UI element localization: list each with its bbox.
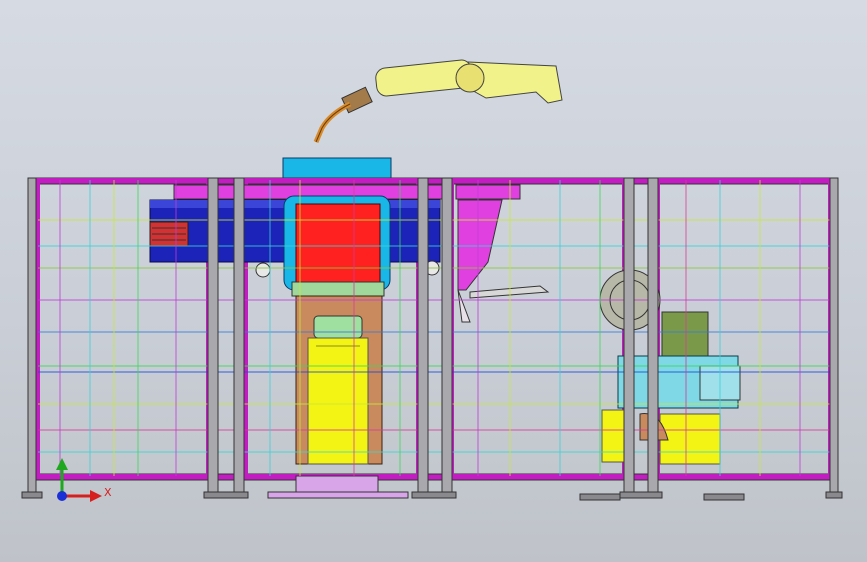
pink-hopper <box>457 199 503 291</box>
welding-torch <box>313 101 352 143</box>
yellow-panel <box>307 337 369 465</box>
robot-elbow <box>455 63 485 93</box>
right-positioner <box>599 269 741 465</box>
x-axis-label: X <box>104 486 112 499</box>
left-roller <box>255 262 271 278</box>
cad-viewport[interactable]: X <box>0 0 867 562</box>
top-cyan-fixture <box>282 157 392 179</box>
welding-robot-arm[interactable] <box>313 59 563 143</box>
post-feet <box>21 491 843 501</box>
robot-wrist <box>341 86 373 114</box>
central-red-block <box>295 203 381 285</box>
positioner-window <box>313 315 363 339</box>
